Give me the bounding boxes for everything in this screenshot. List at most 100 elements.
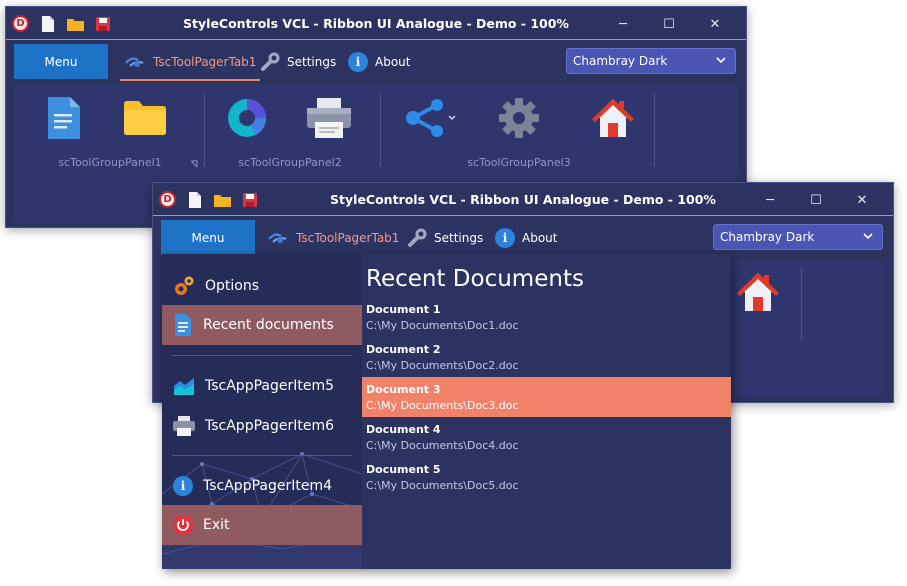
power-icon <box>173 515 193 535</box>
recent-document-item[interactable]: Document 5 C:\My Documents\Doc5.doc <box>362 457 731 497</box>
nav-item-pager4[interactable]: i TscAppPagerItem4 <box>162 466 362 506</box>
printer-icon <box>173 416 195 436</box>
theme-combo[interactable]: Chambray Dark <box>713 224 883 250</box>
tab-row: Menu TscToolPagerTab1 Settings i About C… <box>6 40 746 82</box>
folder-icon <box>124 101 166 135</box>
nav-item-label: Recent documents <box>203 317 334 333</box>
recent-documents-panel: Recent Documents Document 1 C:\My Docume… <box>362 254 731 569</box>
document-button[interactable] <box>40 95 86 141</box>
document-path: C:\My Documents\Doc3.doc <box>366 399 519 412</box>
app-menu-nav: Options Recent documents TscAppPagerItem… <box>162 254 362 569</box>
home-icon <box>737 273 779 311</box>
tab-about[interactable]: i About <box>348 44 410 80</box>
tab-label: Settings <box>434 231 484 245</box>
tab-label: Settings <box>287 55 337 69</box>
theme-combo-value: Chambray Dark <box>720 230 815 244</box>
menu-button[interactable]: Menu <box>161 220 255 255</box>
group-separator <box>801 267 802 341</box>
tab-settings[interactable]: Settings <box>260 44 336 80</box>
printer-icon <box>307 98 351 138</box>
document-path: C:\My Documents\Doc1.doc <box>366 319 519 332</box>
tab-toolpager[interactable]: TscToolPagerTab1 <box>263 220 404 257</box>
info-icon: i <box>495 228 515 248</box>
document-name: Document 3 <box>366 383 441 396</box>
nav-item-label: Options <box>205 278 260 294</box>
chart-button[interactable] <box>224 95 270 141</box>
tab-label: About <box>522 231 558 245</box>
document-name: Document 5 <box>366 463 441 476</box>
tab-label: TscToolPagerTab1 <box>296 231 400 245</box>
tab-label: About <box>375 55 411 69</box>
share-button[interactable] <box>400 95 462 141</box>
minimize-button[interactable]: ─ <box>747 189 793 211</box>
info-icon: i <box>173 476 193 496</box>
chevron-down-icon <box>863 233 873 240</box>
group-caption: scToolGroupPanel1 <box>58 156 162 169</box>
recent-document-item-selected[interactable]: Document 3 C:\My Documents\Doc3.doc <box>362 377 731 417</box>
document-icon <box>48 97 80 139</box>
nav-item-label: TscAppPagerItem6 <box>205 418 335 434</box>
maximize-button[interactable]: ☐ <box>793 189 839 211</box>
folder-button[interactable] <box>120 95 170 141</box>
nav-item-label: TscAppPagerItem5 <box>205 378 335 394</box>
title-bar[interactable]: D StyleControls VCL - Ribbon UI Analogue… <box>6 7 746 39</box>
document-path: C:\My Documents\Doc2.doc <box>366 359 519 372</box>
title-bar[interactable]: D StyleControls VCL - Ribbon UI Analogue… <box>153 183 893 215</box>
nav-item-exit[interactable]: Exit <box>162 505 362 545</box>
wrench-icon <box>261 52 280 71</box>
group-caption: scToolGroupPanel2 <box>238 156 342 169</box>
tab-about[interactable]: i About <box>495 220 557 256</box>
group-separator <box>204 93 205 167</box>
recent-document-item[interactable]: Document 4 C:\My Documents\Doc4.doc <box>362 417 731 457</box>
print-button[interactable] <box>304 95 354 141</box>
nav-item-options[interactable]: Options <box>162 266 362 306</box>
gears-icon <box>175 276 194 295</box>
tab-row: Menu TscToolPagerTab1 Settings i About C… <box>153 216 893 258</box>
nav-item-pager6[interactable]: TscAppPagerItem6 <box>162 406 362 446</box>
menu-button[interactable]: Menu <box>14 44 108 79</box>
document-path: C:\My Documents\Doc5.doc <box>366 479 519 492</box>
close-button[interactable]: ✕ <box>839 189 885 211</box>
document-name: Document 4 <box>366 423 441 436</box>
nav-item-label: Exit <box>203 517 230 533</box>
tab-toolpager[interactable]: TscToolPagerTab1 <box>120 44 261 81</box>
wrench-icon <box>408 228 427 247</box>
pie-chart-icon <box>228 99 267 137</box>
info-icon: i <box>348 52 368 72</box>
document-name: Document 2 <box>366 343 441 356</box>
nav-item-recent-documents[interactable]: Recent documents <box>162 305 362 345</box>
theme-combo-value: Chambray Dark <box>573 54 668 68</box>
chevron-down-icon <box>716 57 726 64</box>
dialog-launcher-icon[interactable] <box>190 160 198 168</box>
home-button[interactable] <box>590 95 636 141</box>
ribbon-tab-icon <box>125 57 144 67</box>
group-separator <box>380 93 381 167</box>
share-icon <box>406 99 443 137</box>
nav-separator <box>172 455 352 456</box>
recent-documents-title: Recent Documents <box>366 266 584 292</box>
nav-item-label: TscAppPagerItem4 <box>203 478 333 494</box>
settings-button[interactable] <box>496 95 542 141</box>
maximize-button[interactable]: ☐ <box>646 13 692 35</box>
minimize-button[interactable]: ─ <box>600 13 646 35</box>
gear-icon <box>499 98 539 138</box>
tab-label: TscToolPagerTab1 <box>153 55 257 69</box>
document-name: Document 1 <box>366 303 441 316</box>
home-button[interactable] <box>735 269 781 315</box>
recent-document-item[interactable]: Document 2 C:\My Documents\Doc2.doc <box>362 337 731 377</box>
app-menu-overlay: Options Recent documents TscAppPagerItem… <box>162 254 731 569</box>
recent-document-item[interactable]: Document 1 C:\My Documents\Doc1.doc <box>362 297 731 337</box>
nav-item-pager5[interactable]: TscAppPagerItem5 <box>162 366 362 406</box>
group-separator <box>654 93 655 167</box>
chevron-down-icon <box>448 115 456 121</box>
ribbon-tab-icon <box>268 233 287 243</box>
home-icon <box>592 99 634 137</box>
document-path: C:\My Documents\Doc4.doc <box>366 439 519 452</box>
chart-icon <box>174 378 194 395</box>
nav-separator <box>172 355 352 356</box>
document-icon <box>175 314 191 336</box>
theme-combo[interactable]: Chambray Dark <box>566 48 736 74</box>
tab-settings[interactable]: Settings <box>407 220 483 256</box>
group-caption: scToolGroupPanel3 <box>467 156 571 169</box>
close-button[interactable]: ✕ <box>692 13 738 35</box>
